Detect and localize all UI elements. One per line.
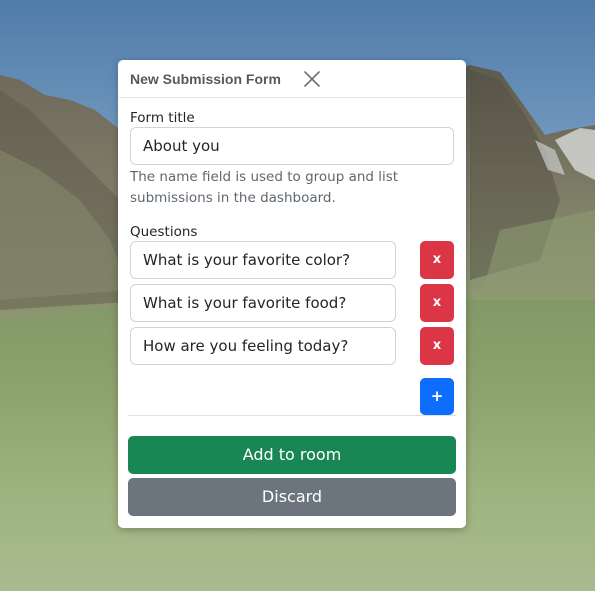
discard-button[interactable]: Discard	[128, 478, 456, 516]
modal-title: New Submission Form	[130, 71, 281, 87]
question-input-3[interactable]: How are you feeling today?	[130, 327, 396, 365]
question-input-2[interactable]: What is your favorite food?	[130, 284, 396, 322]
add-to-room-button[interactable]: Add to room	[128, 436, 456, 474]
new-submission-form-modal: New Submission Form Form title About you…	[118, 60, 466, 528]
form-title-input[interactable]: About you	[130, 127, 454, 165]
close-icon[interactable]	[302, 69, 322, 89]
delete-question-button-2[interactable]: x	[420, 284, 454, 322]
divider	[128, 415, 456, 416]
question-input-1[interactable]: What is your favorite color?	[130, 241, 396, 279]
modal-header: New Submission Form	[118, 60, 466, 98]
delete-question-button-3[interactable]: x	[420, 327, 454, 365]
questions-label: Questions	[130, 224, 198, 240]
delete-question-button-1[interactable]: x	[420, 241, 454, 279]
form-title-help-text: The name field is used to group and list…	[130, 169, 399, 206]
add-question-button[interactable]: +	[420, 378, 454, 415]
form-title-label: Form title	[130, 110, 195, 126]
